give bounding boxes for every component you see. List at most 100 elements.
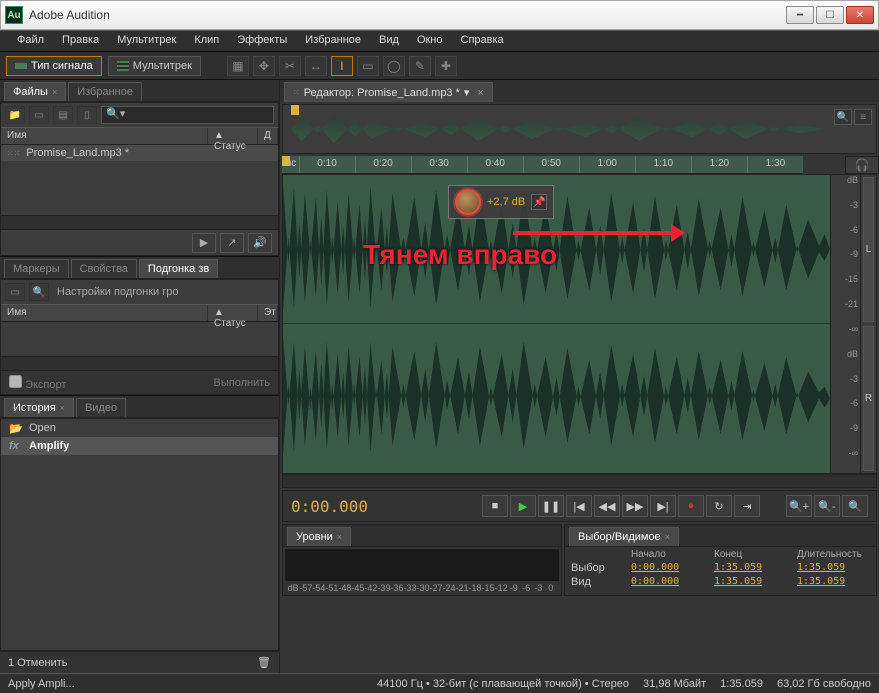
channel-L-button[interactable]: L: [863, 177, 874, 322]
record-button[interactable]: ●: [678, 495, 704, 517]
tab-properties[interactable]: Свойства: [71, 259, 137, 278]
overview-playhead[interactable]: [291, 105, 299, 115]
ml-hscroll[interactable]: [1, 356, 278, 370]
tab-markers[interactable]: Маркеры: [4, 259, 69, 278]
channel-R-button[interactable]: R: [863, 326, 874, 471]
selection-length[interactable]: 1:35.059: [797, 562, 870, 574]
autoplay-button[interactable]: ▶: [192, 233, 216, 253]
tab-files[interactable]: Файлы×: [4, 82, 66, 101]
menu-edit[interactable]: Правка: [53, 31, 108, 51]
match-loudness-settings[interactable]: Настройки подгонки гро: [57, 286, 178, 298]
execute-button[interactable]: Выполнить: [214, 377, 270, 389]
files-hscroll[interactable]: [1, 215, 278, 229]
menu-window[interactable]: Окно: [408, 31, 452, 51]
view-end[interactable]: 1:35.059: [714, 576, 787, 588]
tab-selection-view[interactable]: Выбор/Видимое×: [569, 527, 679, 546]
overview-waveform[interactable]: 🔍 ≡: [282, 104, 877, 154]
stop-button[interactable]: ■: [482, 495, 508, 517]
menu-help[interactable]: Справка: [452, 31, 513, 51]
ml-scan-button[interactable]: 🔍: [29, 283, 49, 301]
history-row-amplify[interactable]: fx Amplify: [1, 437, 278, 455]
import-button[interactable]: 📁: [5, 106, 25, 124]
col2-name[interactable]: Имя: [1, 305, 208, 321]
zoom-full-button[interactable]: 🔍: [842, 495, 868, 517]
tool-slip-icon[interactable]: ↔: [305, 56, 327, 76]
gain-knob[interactable]: [455, 189, 481, 215]
timeline-playhead[interactable]: [282, 156, 290, 166]
tab-video[interactable]: Видео: [76, 398, 126, 417]
fast-forward-button[interactable]: ▶▶: [622, 495, 648, 517]
channel-right-waveform[interactable]: [283, 324, 830, 473]
tool-spectral-icon[interactable]: ▦: [227, 56, 249, 76]
timeline-ruler[interactable]: мс 0:100:200:300:400:501:001:101:201:30: [282, 156, 803, 174]
headphone-icon[interactable]: 🎧: [845, 156, 879, 174]
col-duration[interactable]: Д: [258, 128, 278, 144]
overview-menu-icon[interactable]: ≡: [854, 109, 872, 125]
gain-hud[interactable]: +2,7 dB 📌: [448, 185, 554, 219]
loop-button[interactable]: ↻: [706, 495, 732, 517]
go-to-start-button[interactable]: |◀: [566, 495, 592, 517]
waveform-display[interactable]: +2,7 dB 📌 Тянем вправо dB-3-6-9-15-21-∞ …: [282, 174, 877, 474]
rewind-button[interactable]: ◀◀: [594, 495, 620, 517]
menu-effects[interactable]: Эффекты: [228, 31, 296, 51]
export-checkbox[interactable]: [9, 375, 22, 388]
menu-clip[interactable]: Клип: [185, 31, 228, 51]
tool-lasso-icon[interactable]: ◯: [383, 56, 405, 76]
waveform-file-icon: ⁙⁙: [7, 149, 20, 158]
maximize-button[interactable]: ☐: [816, 6, 844, 24]
insert-button[interactable]: ▤: [53, 106, 73, 124]
markers-panel-tabs: Маркеры Свойства Подгонка зв: [0, 257, 279, 279]
sel-hdr-start: Начало: [631, 549, 704, 560]
go-to-end-button[interactable]: ▶|: [650, 495, 676, 517]
pause-button[interactable]: ❚❚: [538, 495, 564, 517]
col-status[interactable]: ▲ Статус: [208, 128, 258, 144]
tab-favorites[interactable]: Избранное: [68, 82, 142, 101]
tool-razor-icon[interactable]: ✂: [279, 56, 301, 76]
tool-move-icon[interactable]: ✥: [253, 56, 275, 76]
tool-brush-icon[interactable]: ✎: [409, 56, 431, 76]
menu-multitrack[interactable]: Мультитрек: [108, 31, 185, 51]
close-file-button[interactable]: ▯: [77, 106, 97, 124]
file-name: Promise_Land.mp3 *: [26, 147, 129, 159]
hud-pin-icon[interactable]: 📌: [531, 194, 547, 210]
timecode-display[interactable]: 0:00.000: [291, 497, 368, 516]
status-size: 31,98 Мбайт: [643, 678, 706, 690]
view-start[interactable]: 0:00.000: [631, 576, 704, 588]
history-row-open[interactable]: 📂 Open: [1, 419, 278, 437]
close-button[interactable]: ✕: [846, 6, 874, 24]
col-name[interactable]: Имя: [1, 128, 208, 144]
ml-add-button[interactable]: ▭: [5, 283, 25, 301]
tool-heal-icon[interactable]: ✚: [435, 56, 457, 76]
overview-zoom-icon[interactable]: 🔍: [834, 109, 852, 125]
tab-history[interactable]: История×: [4, 398, 74, 417]
status-free-space: 63,02 Гб свободно: [777, 678, 871, 690]
skip-selection-button[interactable]: ⇥: [734, 495, 760, 517]
preview-volume-button[interactable]: 🔊: [248, 233, 272, 253]
editor-tab[interactable]: ⁙ Редактор: Promise_Land.mp3 * ▾×: [284, 82, 493, 102]
col2-status[interactable]: ▲ Статус: [208, 305, 258, 321]
search-input[interactable]: 🔍▾: [101, 106, 274, 124]
col2-et[interactable]: Эт: [258, 305, 278, 321]
tab-levels[interactable]: Уровни×: [287, 527, 351, 546]
trash-icon[interactable]: 🗑: [257, 656, 271, 669]
waveform-mode-button[interactable]: Тип сигнала: [6, 56, 102, 76]
menu-favorites[interactable]: Избранное: [296, 31, 370, 51]
menu-file[interactable]: Файл: [8, 31, 53, 51]
tool-time-select-icon[interactable]: I: [331, 56, 353, 76]
menu-view[interactable]: Вид: [370, 31, 408, 51]
tool-marquee-icon[interactable]: ▭: [357, 56, 379, 76]
selection-start[interactable]: 0:00.000: [631, 562, 704, 574]
zoom-in-button[interactable]: 🔍+: [786, 495, 812, 517]
selection-end[interactable]: 1:35.059: [714, 562, 787, 574]
tab-match-loudness[interactable]: Подгонка зв: [139, 259, 218, 278]
zoom-out-button[interactable]: 🔍-: [814, 495, 840, 517]
row-selection-label: Выбор: [571, 562, 621, 574]
view-length[interactable]: 1:35.059: [797, 576, 870, 588]
record-file-button[interactable]: ▭: [29, 106, 49, 124]
waveform-hscroll[interactable]: [282, 474, 877, 488]
play-button[interactable]: ▶: [510, 495, 536, 517]
loop-preview-button[interactable]: ↗: [220, 233, 244, 253]
minimize-button[interactable]: ━: [786, 6, 814, 24]
sel-hdr-len: Длительность: [797, 549, 870, 560]
multitrack-mode-button[interactable]: Мультитрек: [108, 56, 201, 76]
